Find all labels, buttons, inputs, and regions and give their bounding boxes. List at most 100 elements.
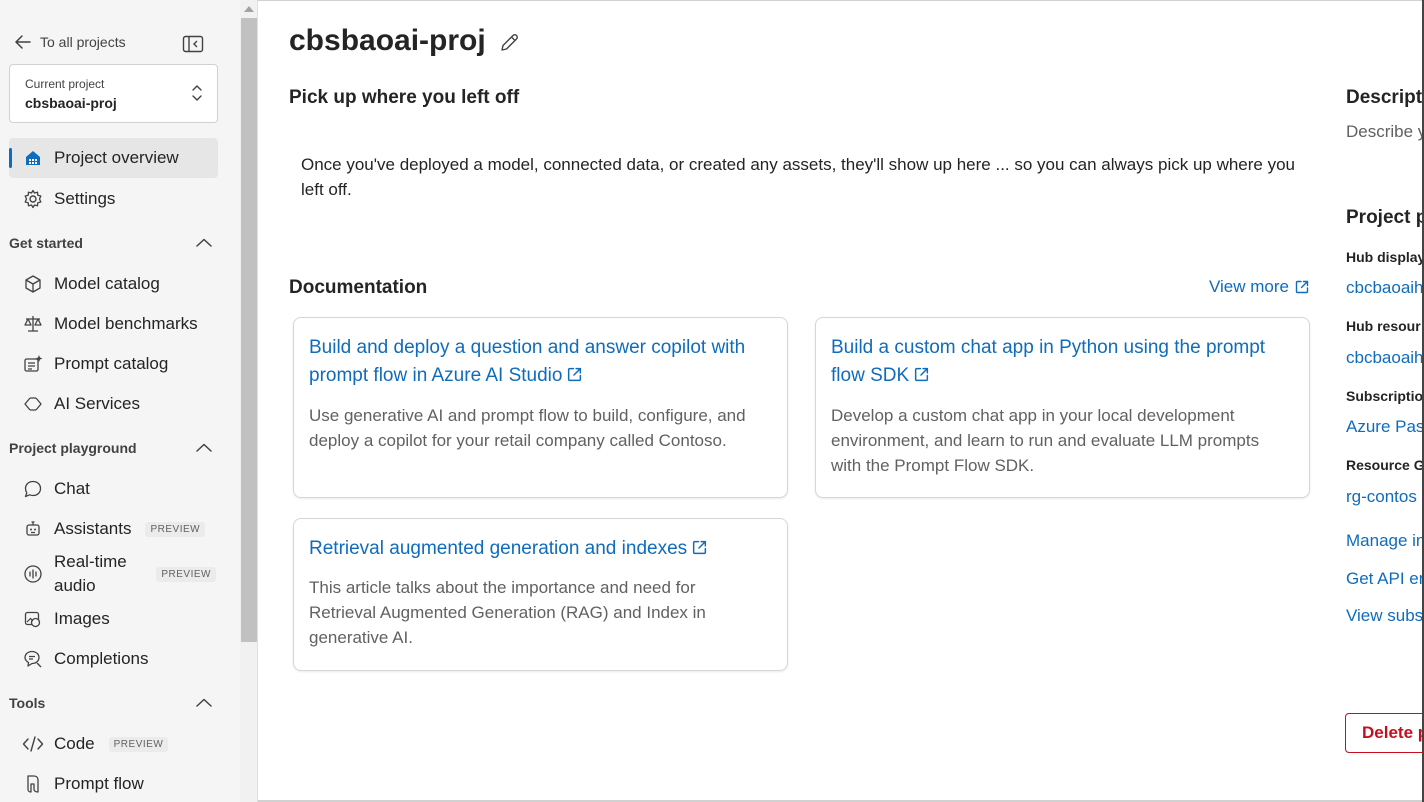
- nav-item-model-benchmarks[interactable]: Model benchmarks: [9, 304, 218, 344]
- nav-item-label: Code: [54, 734, 95, 753]
- doc-card-title[interactable]: Retrieval augmented generation and index…: [309, 535, 767, 563]
- doc-card-title[interactable]: Build a custom chat app in Python using …: [831, 334, 1269, 390]
- nav-item-completions[interactable]: Completions: [9, 639, 218, 679]
- description-heading: Descripti: [1346, 87, 1422, 108]
- project-properties-heading: Project p: [1346, 207, 1422, 228]
- sidebar-scrollbar[interactable]: [240, 0, 258, 802]
- back-link-label: To all projects: [40, 34, 126, 50]
- nav-item-label: AI Services: [54, 394, 140, 413]
- nav-item-label: Completions: [54, 649, 149, 668]
- nav-item-label: Project overview: [54, 148, 179, 167]
- nav-item-label: Prompt flow: [54, 774, 144, 793]
- property-label-hub-display: Hub display: [1346, 249, 1422, 265]
- nav-item-label: Chat: [54, 479, 90, 498]
- property-label-subscription: Subscriptio: [1346, 388, 1422, 404]
- nav-item-ai-services[interactable]: AI Services: [9, 384, 218, 424]
- main-content: cbsbaoai-proj Pick up where you left off…: [258, 0, 1422, 800]
- section-header-tools[interactable]: Tools: [9, 691, 218, 715]
- nav-item-label: Settings: [54, 189, 116, 208]
- nav-item-prompt-catalog[interactable]: Prompt catalog: [9, 344, 218, 384]
- section-header-get-started[interactable]: Get started: [9, 231, 218, 255]
- nav-item-label: Model catalog: [54, 274, 160, 293]
- current-project-value: cbsbaoai-proj: [25, 95, 117, 111]
- cube-icon: [22, 273, 44, 295]
- nav-item-assistants[interactable]: Assistants PREVIEW: [9, 509, 218, 549]
- doc-card-description: This article talks about the importance …: [309, 578, 706, 647]
- sidebar: To all projects Current project cbsbaoai…: [0, 0, 240, 802]
- preview-badge: PREVIEW: [156, 566, 216, 582]
- manage-link[interactable]: Manage in: [1346, 531, 1422, 551]
- back-to-all-projects-link[interactable]: To all projects: [14, 34, 126, 50]
- property-value-hub-resource[interactable]: cbcbaoaih: [1346, 348, 1422, 368]
- nav-item-label: Images: [54, 609, 110, 628]
- external-link-icon: [566, 366, 583, 383]
- nav-item-real-time-audio[interactable]: Real-time audio PREVIEW: [9, 549, 218, 599]
- chevron-up-icon: [196, 698, 212, 708]
- chevron-up-down-icon: [191, 84, 203, 102]
- section-title: Tools: [9, 695, 46, 711]
- section-header-project-playground[interactable]: Project playground: [9, 436, 218, 460]
- doc-card[interactable]: Build a custom chat app in Python using …: [815, 317, 1310, 498]
- documentation-heading: Documentation: [289, 277, 428, 298]
- nav-item-label: Prompt catalog: [54, 354, 169, 373]
- doc-card-title-text: Build and deploy a question and answer c…: [309, 337, 746, 386]
- nav-item-label: Real-time audio: [54, 552, 127, 595]
- code-icon: [22, 733, 44, 755]
- pickup-empty-message: Once you've deployed a model, connected …: [301, 155, 1296, 199]
- property-value-resource-group[interactable]: rg-contos: [1346, 487, 1417, 507]
- nav-item-model-catalog[interactable]: Model catalog: [9, 264, 218, 304]
- panel-collapse-icon: [182, 34, 204, 54]
- doc-card-description: Develop a custom chat app in your local …: [831, 406, 1260, 475]
- chevron-up-icon: [196, 443, 212, 453]
- doc-card-title-text: Build a custom chat app in Python using …: [831, 337, 1266, 386]
- property-value-subscription[interactable]: Azure Pass: [1346, 417, 1422, 437]
- arrow-left-icon: [14, 34, 32, 50]
- nav-item-label: Assistants: [54, 519, 132, 538]
- current-project-picker[interactable]: Current project cbsbaoai-proj: [9, 64, 218, 123]
- doc-card-title[interactable]: Build and deploy a question and answer c…: [309, 334, 747, 390]
- get-api-endpoints-link[interactable]: Get API en: [1346, 569, 1422, 589]
- nav-item-label: Model benchmarks: [54, 314, 198, 333]
- property-value-hub-display[interactable]: cbcbaoaih: [1346, 278, 1422, 298]
- nav-item-project-overview[interactable]: Project overview: [9, 138, 218, 178]
- completions-icon: [22, 648, 44, 670]
- scroll-up-arrow-icon[interactable]: [244, 6, 254, 12]
- nav-item-images[interactable]: Images: [9, 599, 218, 639]
- gear-icon: [22, 188, 44, 210]
- external-link-icon: [1294, 279, 1310, 295]
- doc-card-title-text: Retrieval augmented generation and index…: [309, 538, 688, 559]
- prompt-flow-icon: [22, 773, 44, 795]
- doc-card[interactable]: Retrieval augmented generation and index…: [293, 518, 788, 671]
- nav-item-chat[interactable]: Chat: [9, 469, 218, 509]
- delete-project-button[interactable]: Delete p: [1345, 713, 1422, 753]
- audio-icon: [22, 563, 44, 585]
- preview-badge: PREVIEW: [145, 521, 206, 537]
- scale-icon: [22, 313, 44, 335]
- preview-badge: PREVIEW: [108, 736, 169, 752]
- page-title: cbsbaoai-proj: [289, 24, 520, 58]
- ai-services-icon: [22, 393, 44, 415]
- property-label-resource-group: Resource G: [1346, 457, 1422, 473]
- project-name-heading: cbsbaoai-proj: [289, 24, 486, 57]
- view-subscription-link[interactable]: View subs: [1346, 606, 1422, 626]
- doc-card-description: Use generative AI and prompt flow to bui…: [309, 406, 746, 450]
- view-more-link[interactable]: View more: [1209, 277, 1310, 297]
- home-icon: [22, 147, 44, 169]
- current-project-label: Current project: [25, 77, 105, 91]
- nav-item-prompt-flow[interactable]: Prompt flow: [9, 764, 218, 802]
- nav-item-settings[interactable]: Settings: [9, 179, 218, 219]
- nav-item-code[interactable]: Code PREVIEW: [9, 724, 218, 764]
- chat-icon: [22, 478, 44, 500]
- property-label-hub-resource: Hub resour: [1346, 318, 1421, 334]
- edit-project-name-button[interactable]: [498, 32, 520, 54]
- external-link-icon: [691, 539, 708, 556]
- section-title: Get started: [9, 235, 83, 251]
- chevron-up-icon: [196, 238, 212, 248]
- pencil-icon: [498, 32, 520, 54]
- doc-card[interactable]: Build and deploy a question and answer c…: [293, 317, 788, 498]
- view-more-label: View more: [1209, 277, 1289, 296]
- pickup-heading: Pick up where you left off: [289, 87, 520, 108]
- description-placeholder[interactable]: Describe y: [1346, 122, 1422, 142]
- scrollbar-thumb[interactable]: [241, 18, 257, 642]
- collapse-sidebar-button[interactable]: [182, 34, 204, 54]
